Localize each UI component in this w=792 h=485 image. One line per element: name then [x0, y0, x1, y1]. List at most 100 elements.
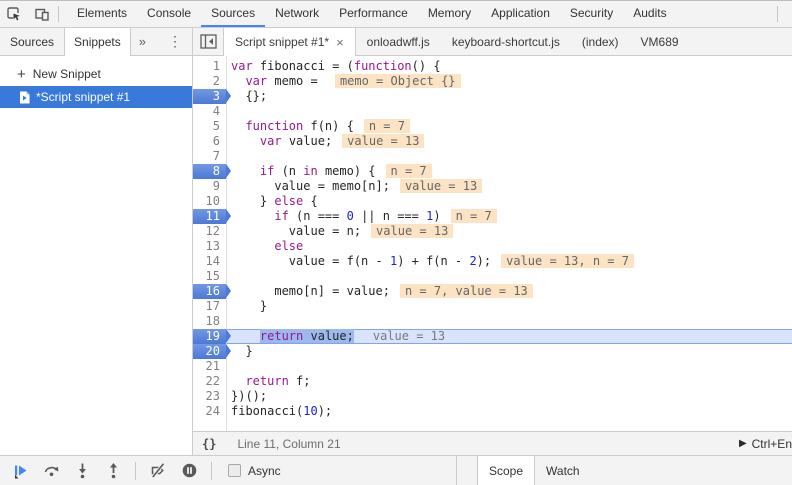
devtools-window: Elements Console Sources Network Performance…	[0, 0, 792, 485]
code-token: {	[303, 194, 318, 208]
tab-network[interactable]: Network	[265, 1, 329, 27]
more-tabs-icon[interactable]: »	[131, 28, 154, 55]
navigator-menu-icon[interactable]: ⋮	[158, 28, 192, 55]
line-number[interactable]: 6	[193, 134, 226, 149]
line-number[interactable]: 15	[193, 269, 226, 284]
editor-tab[interactable]: Script snippet #1* ×	[223, 28, 356, 56]
close-tab-icon[interactable]: ×	[336, 36, 344, 49]
hide-navigator-icon[interactable]	[193, 28, 223, 55]
inline-value: n = 7	[385, 164, 432, 178]
snippet-item[interactable]: *Script snippet #1	[0, 86, 192, 108]
line-number[interactable]: 18	[193, 314, 226, 329]
line-number[interactable]: 4	[193, 104, 226, 119]
line-number[interactable]: 10	[193, 194, 226, 209]
line-number[interactable]: 9	[193, 179, 226, 194]
deactivate-breakpoints-icon[interactable]	[149, 462, 167, 480]
tab-scope[interactable]: Scope	[477, 456, 536, 485]
code-token: }	[231, 194, 275, 208]
debugger-bar: Async Scope Watch	[0, 455, 792, 485]
code-line: 13 else	[193, 239, 792, 254]
editor-tab-label: keyboard-shortcut.js	[451, 34, 560, 49]
new-snippet-button[interactable]: + New Snippet	[0, 62, 192, 86]
inline-value: n = 7, value = 13	[399, 284, 533, 298]
tab-sources[interactable]: Sources	[201, 1, 266, 27]
code-token: 0	[346, 209, 354, 223]
code-token: 2	[469, 254, 477, 268]
tab-audits[interactable]: Audits	[623, 1, 676, 27]
code-text: value = memo[n]; value = 13	[226, 179, 792, 194]
resume-script-icon[interactable]	[11, 462, 29, 480]
breakpoint-badge[interactable]: 16	[193, 284, 231, 299]
code-text: }	[226, 344, 792, 359]
navigator-tab-sources[interactable]: Sources	[0, 28, 64, 55]
code-token: )	[433, 209, 441, 223]
line-number[interactable]: 24	[193, 404, 226, 419]
breakpoint-badge[interactable]: 3	[193, 89, 231, 104]
code-token: memo) {	[317, 164, 376, 178]
editor-tab[interactable]: onloadwff.js	[356, 28, 441, 55]
code-token: ) + f(n -	[397, 254, 470, 268]
run-snippet-hint: ▶ Ctrl+En	[739, 437, 792, 451]
step-out-icon[interactable]	[104, 462, 122, 480]
line-number[interactable]: 7	[193, 149, 226, 164]
code-token: (n ===	[288, 209, 347, 223]
editor-tab[interactable]: VM689	[630, 28, 690, 55]
line-number[interactable]: 22	[193, 374, 226, 389]
code-line: 7	[193, 149, 792, 164]
breakpoint-badge[interactable]: 20	[193, 344, 231, 359]
pause-on-exceptions-icon[interactable]	[180, 462, 198, 480]
line-number[interactable]: 23	[193, 389, 226, 404]
async-checkbox[interactable]	[228, 464, 241, 477]
line-number[interactable]: 14	[193, 254, 226, 269]
code-line: 4	[193, 104, 792, 119]
tab-elements[interactable]: Elements	[67, 1, 137, 27]
step-into-icon[interactable]	[73, 462, 91, 480]
inline-value: n = 7	[363, 119, 410, 133]
editor-tab[interactable]: keyboard-shortcut.js	[441, 28, 571, 55]
line-number[interactable]: 17	[193, 299, 226, 314]
code-editor[interactable]: 1 var fibonacci = (function() {2 var memo…	[193, 56, 792, 431]
breakpoint-badge[interactable]: 8	[193, 164, 231, 179]
line-number[interactable]: 13	[193, 239, 226, 254]
code-text: memo[n] = value; n = 7, value = 13	[226, 284, 792, 299]
tab-security[interactable]: Security	[560, 1, 623, 27]
inline-value: value = 13	[372, 329, 446, 343]
line-number[interactable]: 5	[193, 119, 226, 134]
line-number[interactable]: 12	[193, 224, 226, 239]
tab-console[interactable]: Console	[137, 1, 201, 27]
code-text: {};	[226, 89, 792, 104]
tab-watch[interactable]: Watch	[535, 456, 591, 485]
code-text: value = f(n - 1) + f(n - 2); value = 13, …	[226, 254, 792, 269]
editor-tab-label: Script snippet #1*	[235, 35, 330, 49]
tab-application[interactable]: Application	[481, 1, 560, 27]
navigator-tab-snippets[interactable]: Snippets	[64, 28, 131, 56]
code-text: if (n in memo) {n = 7	[226, 164, 792, 179]
code-token: in	[303, 164, 318, 178]
tab-memory[interactable]: Memory	[418, 1, 481, 27]
code-line: 6 var value; value = 13	[193, 134, 792, 149]
step-over-icon[interactable]	[42, 462, 60, 480]
code-line: 18	[193, 314, 792, 329]
execution-line: return value; value = 13	[226, 329, 792, 344]
pretty-print-icon[interactable]: {}	[193, 437, 225, 451]
tab-performance[interactable]: Performance	[329, 1, 418, 27]
line-number[interactable]: 1	[193, 59, 226, 74]
breakpoint-badge[interactable]: 19	[193, 329, 231, 344]
breakpoint-badge[interactable]: 11	[193, 209, 231, 224]
line-number[interactable]: 2	[193, 74, 226, 89]
inspect-element-icon[interactable]	[0, 1, 28, 27]
async-label: Async	[248, 463, 281, 478]
code-line: 3 {};	[193, 89, 792, 104]
editor-tab[interactable]: (index)	[571, 28, 630, 55]
code-line: 17 }	[193, 299, 792, 314]
code-token: fibonacci(	[231, 404, 304, 418]
device-toolbar-icon[interactable]	[28, 1, 56, 27]
line-number[interactable]: 21	[193, 359, 226, 374]
